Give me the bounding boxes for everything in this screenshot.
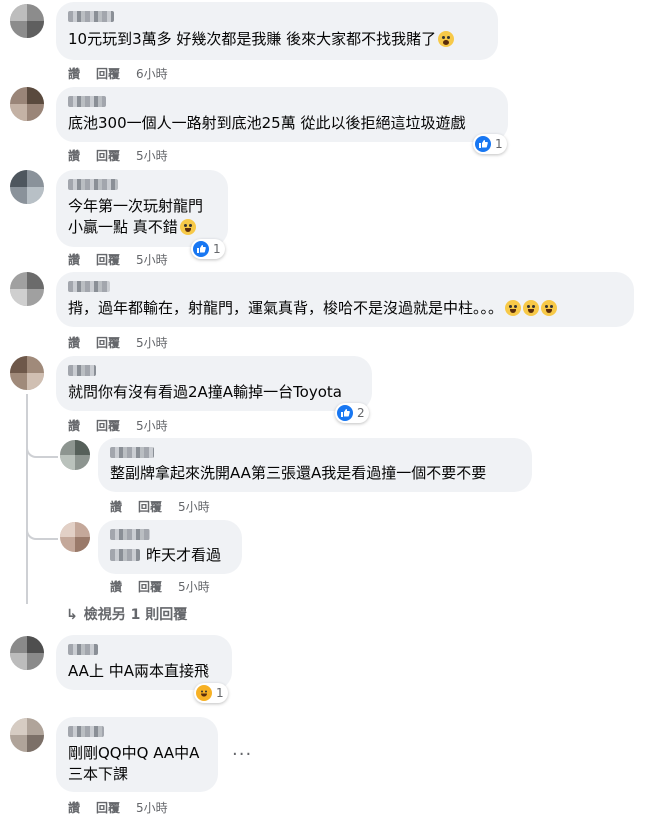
author-name-blurred[interactable] bbox=[68, 179, 118, 190]
reply-connector bbox=[26, 440, 58, 458]
comment-actions: 讚回覆 6小時 bbox=[68, 65, 168, 82]
avatar[interactable] bbox=[10, 87, 44, 121]
reply-actions: 讚回覆 5小時 bbox=[110, 498, 210, 515]
like-button[interactable]: 讚 bbox=[68, 251, 80, 268]
reply-arrow-icon: ↳ bbox=[66, 607, 78, 623]
comment-text: 剛剛QQ中Q AA中A 三本下課 bbox=[68, 744, 200, 783]
like-button[interactable]: 讚 bbox=[110, 578, 122, 595]
avatar[interactable] bbox=[10, 718, 44, 752]
author-name-blurred[interactable] bbox=[68, 281, 110, 292]
reply-bubble: 整副牌拿起來洗開AA第三張還A我是看過撞一個不要不要 bbox=[98, 438, 532, 492]
like-button[interactable]: 讚 bbox=[68, 799, 80, 816]
timestamp[interactable]: 5小時 bbox=[136, 417, 168, 434]
timestamp[interactable]: 5小時 bbox=[178, 498, 210, 515]
avatar[interactable] bbox=[10, 272, 44, 306]
avatar[interactable] bbox=[10, 170, 44, 204]
comment-text: 10元玩到3萬多 好幾次都是我賺 後來大家都不找我賭了 bbox=[68, 29, 455, 50]
reaction-summary[interactable]: 1 bbox=[194, 683, 228, 703]
comment-bubble: 今年第一次玩射龍門 小贏一點 真不錯 bbox=[56, 170, 228, 247]
avatar[interactable] bbox=[10, 636, 44, 670]
haha-icon bbox=[196, 685, 212, 701]
reaction-summary[interactable]: 2 bbox=[335, 403, 369, 423]
author-name-blurred[interactable] bbox=[110, 447, 154, 458]
author-name-blurred[interactable] bbox=[68, 96, 106, 107]
grinning-sweat-icon bbox=[179, 219, 196, 235]
author-name-blurred[interactable] bbox=[68, 365, 96, 376]
timestamp[interactable]: 5小時 bbox=[136, 251, 168, 268]
comment-actions: 讚回覆 5小時 bbox=[68, 799, 168, 816]
view-more-replies-link[interactable]: ↳ 檢視另 1 則回覆 bbox=[66, 604, 187, 624]
like-button[interactable]: 讚 bbox=[68, 334, 80, 351]
reply-button[interactable]: 回覆 bbox=[96, 147, 120, 164]
author-name-blurred[interactable] bbox=[68, 11, 114, 22]
reply-connector bbox=[26, 522, 58, 540]
reply-text: 昨天才看過 bbox=[146, 546, 222, 564]
author-name-blurred[interactable] bbox=[68, 726, 104, 737]
comment-bubble: 10元玩到3萬多 好幾次都是我賺 後來大家都不找我賭了 bbox=[56, 2, 498, 60]
comment-bubble: 剛剛QQ中Q AA中A 三本下課 bbox=[56, 717, 218, 792]
reply-button[interactable]: 回覆 bbox=[96, 334, 120, 351]
timestamp[interactable]: 5小時 bbox=[136, 799, 168, 816]
loudly-crying-icon bbox=[523, 300, 540, 316]
comment-actions: 讚回覆 5小時 bbox=[68, 417, 168, 434]
reply-button[interactable]: 回覆 bbox=[96, 251, 120, 268]
comment-text: 揹，過年都輸在，射龍門，運氣真背，梭哈不是沒過就是中柱。。。 bbox=[68, 298, 558, 319]
reply-bubble: 昨天才看過 bbox=[98, 520, 242, 574]
comment-text: 今年第一次玩射龍門 小贏一點 真不錯 bbox=[68, 197, 204, 236]
comment-bubble: 揹，過年都輸在，射龍門，運氣真背，梭哈不是沒過就是中柱。。。 bbox=[56, 272, 634, 327]
author-name-blurred[interactable] bbox=[110, 529, 150, 540]
loudly-crying-icon bbox=[541, 300, 558, 316]
more-dots-icon[interactable]: ··· bbox=[232, 744, 252, 765]
reply-thread-line bbox=[26, 394, 28, 604]
comment-text: 就問你有沒有看過2A撞A輸掉一台Toyota bbox=[68, 383, 342, 401]
like-button[interactable]: 讚 bbox=[68, 65, 80, 82]
like-icon bbox=[475, 136, 491, 152]
face-screaming-icon bbox=[438, 31, 455, 47]
comment-bubble: 底池300一個人一路射到底池25萬 從此以後拒絕這垃圾遊戲 bbox=[56, 87, 508, 142]
comment-actions: 讚回覆 5小時 bbox=[68, 334, 168, 351]
tagged-name-blurred[interactable] bbox=[110, 549, 140, 561]
reply-button[interactable]: 回覆 bbox=[138, 578, 162, 595]
reply-button[interactable]: 回覆 bbox=[96, 417, 120, 434]
reply-button[interactable]: 回覆 bbox=[96, 799, 120, 816]
like-button[interactable]: 讚 bbox=[110, 498, 122, 515]
comment-actions: 讚回覆 5小時 bbox=[68, 251, 168, 268]
loudly-crying-icon bbox=[505, 300, 522, 316]
timestamp[interactable]: 5小時 bbox=[178, 578, 210, 595]
timestamp[interactable]: 6小時 bbox=[136, 65, 168, 82]
reply-actions: 讚回覆 5小時 bbox=[110, 578, 210, 595]
like-icon bbox=[193, 241, 209, 257]
comment-actions: 讚回覆 5小時 bbox=[68, 147, 168, 164]
comment-text: 底池300一個人一路射到底池25萬 從此以後拒絕這垃圾遊戲 bbox=[68, 114, 466, 132]
reply-button[interactable]: 回覆 bbox=[96, 65, 120, 82]
avatar[interactable] bbox=[60, 440, 90, 470]
reaction-summary[interactable]: 1 bbox=[473, 134, 507, 154]
reaction-summary[interactable]: 1 bbox=[191, 239, 225, 259]
reply-button[interactable]: 回覆 bbox=[138, 498, 162, 515]
like-button[interactable]: 讚 bbox=[68, 147, 80, 164]
avatar[interactable] bbox=[10, 356, 44, 390]
comment-text: AA上 中A兩本直接飛 bbox=[68, 662, 209, 680]
avatar[interactable] bbox=[60, 522, 90, 552]
reply-text: 整副牌拿起來洗開AA第三張還A我是看過撞一個不要不要 bbox=[110, 464, 487, 482]
timestamp[interactable]: 5小時 bbox=[136, 334, 168, 351]
comment-bubble: AA上 中A兩本直接飛 bbox=[56, 635, 232, 690]
timestamp[interactable]: 5小時 bbox=[136, 147, 168, 164]
comment-bubble: 就問你有沒有看過2A撞A輸掉一台Toyota bbox=[56, 356, 372, 411]
author-name-blurred[interactable] bbox=[68, 644, 98, 655]
like-icon bbox=[337, 405, 353, 421]
avatar[interactable] bbox=[10, 4, 44, 38]
like-button[interactable]: 讚 bbox=[68, 417, 80, 434]
